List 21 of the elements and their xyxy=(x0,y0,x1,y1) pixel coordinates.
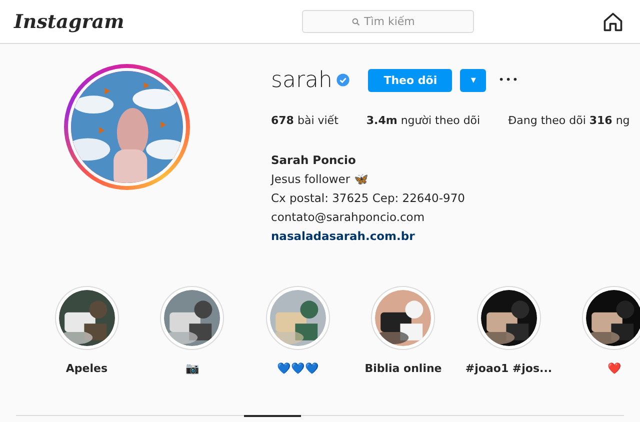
highlight-label: Biblia online xyxy=(364,362,442,375)
more-button[interactable]: ••• xyxy=(494,74,524,86)
profile-stat[interactable]: 3.4m người theo dõi xyxy=(366,114,480,127)
story-highlight[interactable] xyxy=(582,286,640,350)
highlight-label: ❤ xyxy=(607,362,622,375)
bio-line: Cx postal: 37625 Cep: 22640-970 xyxy=(271,190,466,207)
home-icon[interactable] xyxy=(602,10,624,32)
username: sarah xyxy=(271,68,332,92)
bio-line: Jesus follower 🦋 xyxy=(271,171,369,188)
bio-line: contato@sarahponcio.com xyxy=(271,209,426,226)
profile-stat[interactable]: 678 bài viết xyxy=(271,114,338,127)
profile-stat[interactable]: Đang theo dõi 316 ng xyxy=(508,114,630,127)
search-field[interactable]: Tìm kiếm xyxy=(364,15,424,28)
highlight-label: 💙💙💙 xyxy=(276,362,319,375)
highlight-label: 📷 xyxy=(185,362,200,375)
website-link[interactable]: nasaladasarah.com.br xyxy=(271,227,640,246)
search-icon xyxy=(352,18,360,26)
highlight-label: #joao1 #jos... xyxy=(465,362,552,375)
highlight-label: Apeles xyxy=(66,362,108,375)
instagram-logo[interactable]: Instagram xyxy=(14,10,302,32)
full-name: Sarah Poncio xyxy=(271,152,357,169)
